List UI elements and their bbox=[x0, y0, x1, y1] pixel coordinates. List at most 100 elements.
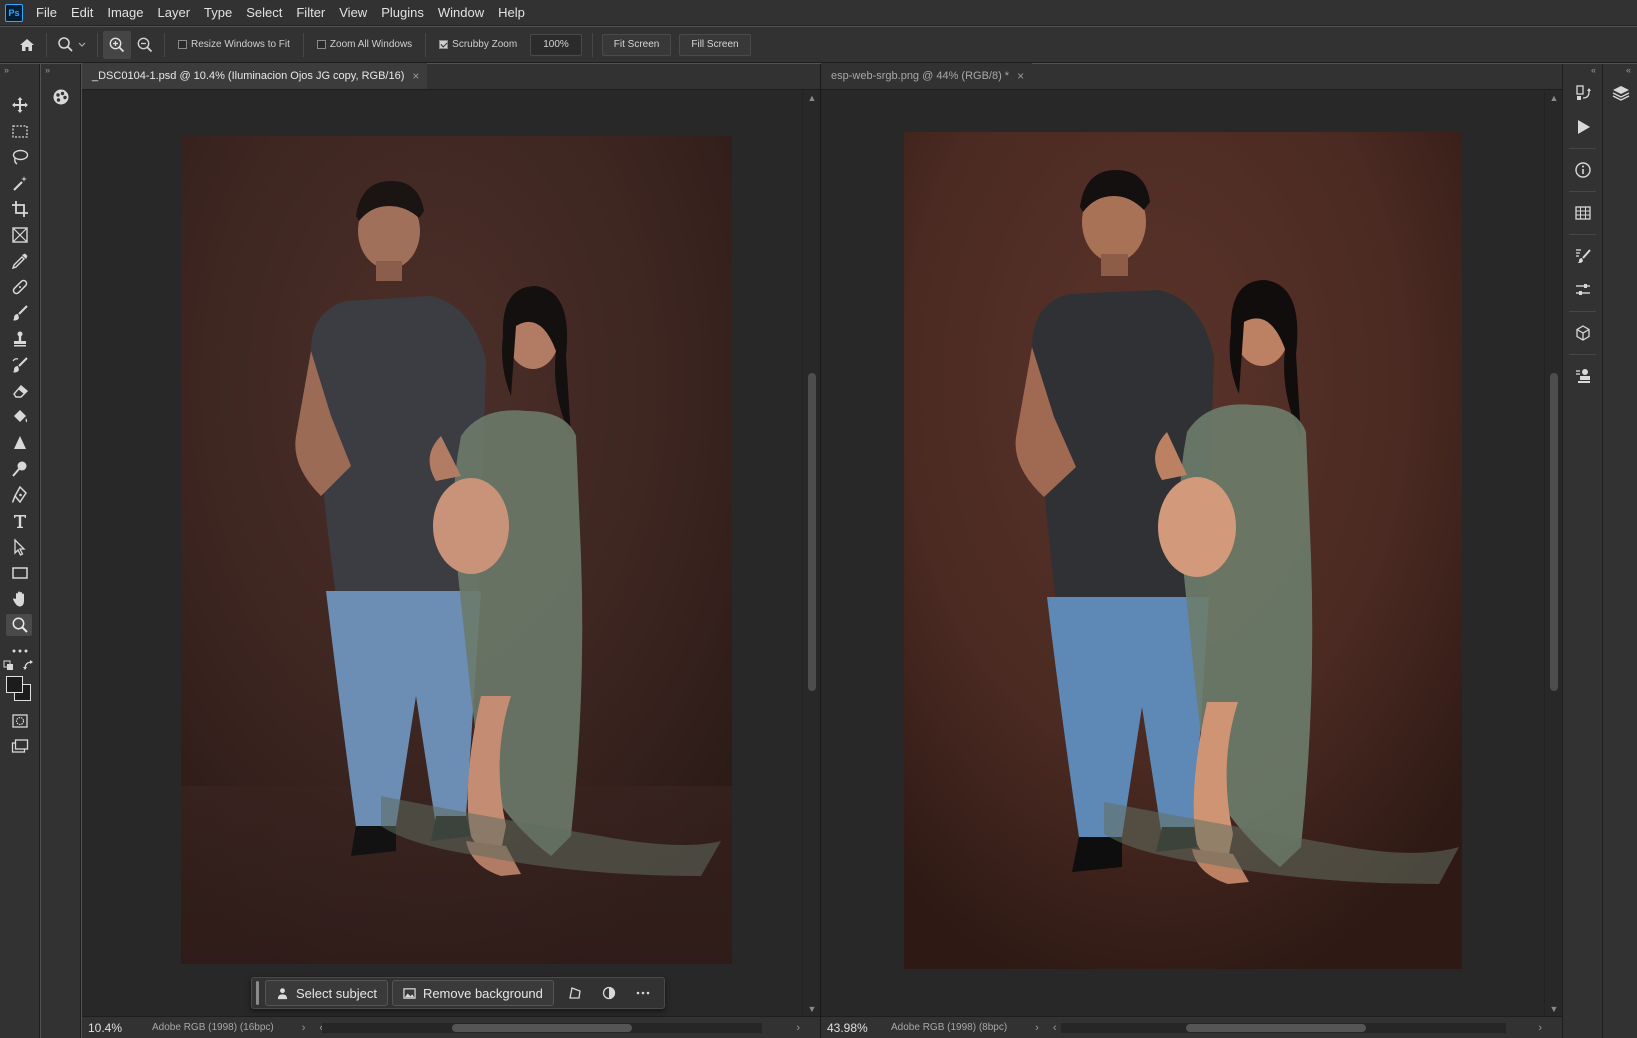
menu-select[interactable]: Select bbox=[239, 0, 289, 26]
status-menu-chevron-icon[interactable]: › bbox=[1035, 1022, 1039, 1034]
eyedropper-icon[interactable] bbox=[0, 248, 40, 274]
default-colors-icon[interactable] bbox=[3, 660, 15, 672]
color-profile: Adobe RGB (1998) (8bpc) bbox=[891, 1022, 1008, 1033]
history-brush-icon[interactable] bbox=[0, 352, 40, 378]
more-options-icon[interactable] bbox=[626, 980, 660, 1006]
menu-view[interactable]: View bbox=[332, 0, 374, 26]
move-icon[interactable] bbox=[0, 92, 40, 118]
document-tab-esp-web-srgb[interactable]: esp-web-srgb.png @ 44% (RGB/8) * × bbox=[821, 63, 1033, 89]
menu-plugins[interactable]: Plugins bbox=[374, 0, 431, 26]
pen-icon[interactable] bbox=[0, 482, 40, 508]
menu-image[interactable]: Image bbox=[100, 0, 150, 26]
color-wheel-icon[interactable] bbox=[41, 84, 81, 110]
scroll-up-icon[interactable]: ▲ bbox=[803, 93, 821, 103]
horizontal-scroll-thumb[interactable] bbox=[452, 1024, 632, 1032]
actions-icon[interactable] bbox=[1563, 110, 1603, 144]
menu-layer[interactable]: Layer bbox=[151, 0, 198, 26]
remove-background-label: Remove background bbox=[422, 985, 543, 1001]
select-subject-button[interactable]: Select subject bbox=[265, 980, 388, 1006]
history-icon[interactable] bbox=[1563, 76, 1603, 110]
swatches-icon[interactable] bbox=[1563, 196, 1603, 230]
marquee-icon[interactable] bbox=[0, 118, 40, 144]
quick-mask-icon[interactable] bbox=[0, 708, 40, 734]
document-tab-dsc0104[interactable]: _DSC0104-1.psd @ 10.4% (Iluminacion Ojos… bbox=[82, 63, 428, 89]
zoom-icon[interactable] bbox=[0, 612, 40, 638]
status-menu-chevron-icon[interactable]: › bbox=[302, 1022, 306, 1034]
zoom-level[interactable]: 43.98% bbox=[821, 1021, 881, 1035]
menu-filter[interactable]: Filter bbox=[289, 0, 332, 26]
menu-type[interactable]: Type bbox=[197, 0, 239, 26]
scrubby-zoom-checkbox[interactable]: Scrubby Zoom bbox=[439, 39, 517, 50]
collapse-layers-dock-icon[interactable]: « bbox=[1603, 64, 1637, 76]
zoom-100-button[interactable]: 100% bbox=[530, 33, 582, 56]
adjustment-layer-icon[interactable] bbox=[592, 980, 626, 1006]
rectangle-icon[interactable] bbox=[0, 560, 40, 586]
menu-file[interactable]: File bbox=[29, 0, 64, 26]
zoom-out-icon[interactable] bbox=[131, 31, 159, 59]
brushes-icon[interactable] bbox=[1563, 239, 1603, 273]
eraser-icon[interactable] bbox=[0, 378, 40, 404]
horizontal-scroll-thumb[interactable] bbox=[1186, 1024, 1366, 1032]
magic-wand-icon[interactable] bbox=[0, 170, 40, 196]
select-subject-label: Select subject bbox=[296, 985, 377, 1001]
scroll-right-icon[interactable]: › bbox=[796, 1022, 800, 1034]
scroll-thumb[interactable] bbox=[1550, 373, 1558, 691]
zoom-in-icon[interactable] bbox=[103, 30, 131, 59]
hand-icon[interactable] bbox=[0, 586, 40, 612]
remove-background-button[interactable]: Remove background bbox=[391, 980, 554, 1006]
horizontal-scrollbar[interactable] bbox=[322, 1023, 762, 1033]
scroll-down-icon[interactable]: ▼ bbox=[803, 1004, 821, 1014]
resize-windows-checkbox[interactable]: Resize Windows to Fit bbox=[178, 39, 290, 50]
stamp-panel-icon[interactable] bbox=[1563, 359, 1603, 393]
vertical-scrollbar[interactable]: ▲ ▼ bbox=[1544, 91, 1562, 1016]
vertical-scrollbar[interactable]: ▲ ▼ bbox=[802, 91, 820, 1016]
adjustments-icon[interactable] bbox=[1563, 273, 1603, 307]
layers-icon[interactable] bbox=[1603, 76, 1637, 110]
horizontal-scrollbar[interactable] bbox=[1061, 1023, 1506, 1033]
home-icon[interactable] bbox=[13, 31, 41, 59]
canvas-area[interactable] bbox=[821, 91, 1544, 1016]
collapse-dock-icon[interactable]: « bbox=[1563, 64, 1602, 76]
close-tab-icon[interactable]: × bbox=[1017, 63, 1024, 89]
scroll-right-icon[interactable]: › bbox=[1538, 1022, 1542, 1034]
photo-canvas[interactable] bbox=[181, 136, 732, 964]
expand-panel-icon[interactable]: » bbox=[41, 64, 80, 76]
menu-edit[interactable]: Edit bbox=[64, 0, 100, 26]
screen-mode-icon[interactable] bbox=[0, 734, 40, 760]
fill-screen-button[interactable]: Fill Screen bbox=[679, 33, 751, 56]
scroll-thumb[interactable] bbox=[808, 373, 816, 691]
dodge-icon[interactable] bbox=[0, 456, 40, 482]
photo-canvas[interactable] bbox=[904, 132, 1462, 969]
path-selection-icon[interactable] bbox=[0, 534, 40, 560]
foreground-color-swatch[interactable] bbox=[6, 676, 23, 693]
zoom-all-windows-checkbox[interactable]: Zoom All Windows bbox=[316, 39, 412, 50]
menu-window[interactable]: Window bbox=[431, 0, 491, 26]
info-icon[interactable] bbox=[1563, 153, 1603, 187]
swap-colors-icon[interactable] bbox=[23, 660, 35, 672]
3d-icon[interactable] bbox=[1563, 316, 1603, 350]
scroll-down-icon[interactable]: ▼ bbox=[1545, 1004, 1563, 1014]
status-bar: 10.4% Adobe RGB (1998) (16bpc) › ‹ › bbox=[82, 1016, 820, 1038]
side-panel-strip: » bbox=[41, 64, 81, 1038]
scroll-left-icon[interactable]: ‹ bbox=[1053, 1022, 1057, 1034]
close-tab-icon[interactable]: × bbox=[412, 63, 419, 89]
checkbox-box bbox=[316, 40, 326, 49]
fit-screen-button[interactable]: Fit Screen bbox=[601, 33, 672, 56]
menu-help[interactable]: Help bbox=[491, 0, 532, 26]
frame-icon[interactable] bbox=[0, 222, 40, 248]
canvas-area[interactable] bbox=[82, 91, 802, 1016]
blur-icon[interactable] bbox=[0, 430, 40, 456]
drag-handle[interactable] bbox=[256, 981, 259, 1005]
clone-stamp-icon[interactable] bbox=[0, 326, 40, 352]
collapse-toolbar-icon[interactable]: » bbox=[0, 64, 39, 76]
paint-bucket-icon[interactable] bbox=[0, 404, 40, 430]
brush-icon[interactable] bbox=[0, 300, 40, 326]
transform-icon[interactable] bbox=[558, 980, 592, 1006]
lasso-icon[interactable] bbox=[0, 144, 40, 170]
type-icon[interactable] bbox=[0, 508, 40, 534]
crop-icon[interactable] bbox=[0, 196, 40, 222]
zoom-tool-preset-icon[interactable] bbox=[52, 31, 92, 59]
scroll-up-icon[interactable]: ▲ bbox=[1545, 93, 1563, 103]
zoom-level[interactable]: 10.4% bbox=[82, 1021, 142, 1035]
healing-brush-icon[interactable] bbox=[0, 274, 40, 300]
